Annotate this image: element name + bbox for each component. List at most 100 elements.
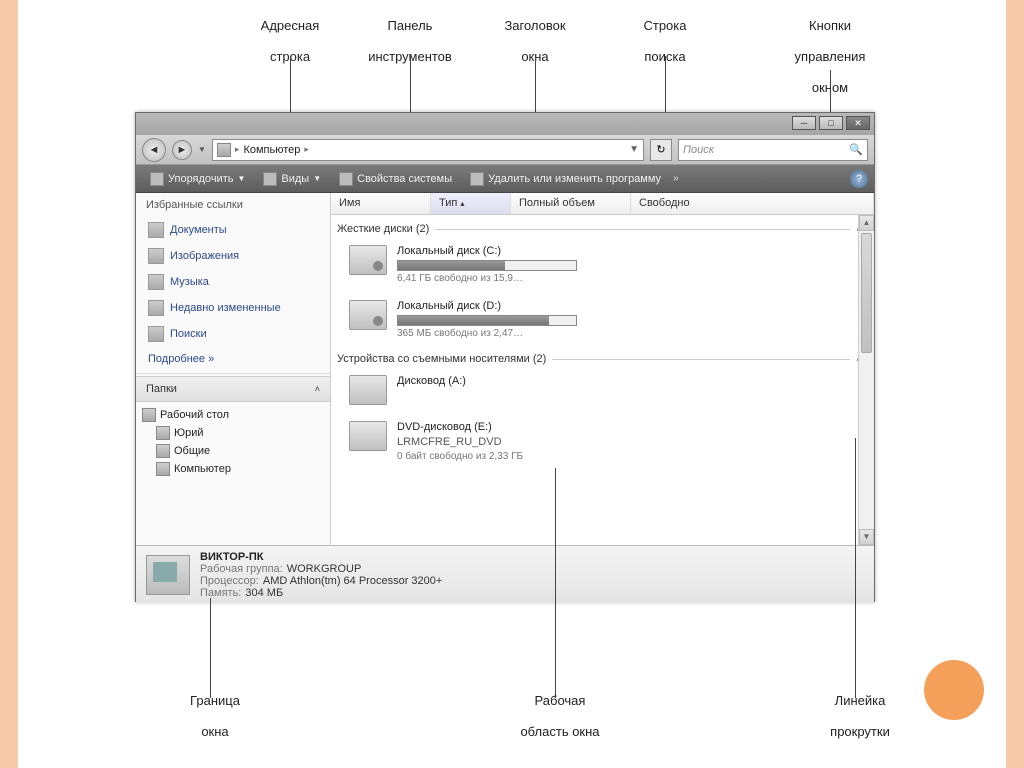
label-workarea: Рабочаяобласть окна (500, 693, 620, 740)
breadcrumb-sep-icon: ▸ (235, 144, 240, 155)
column-type[interactable]: Тип ▴ (431, 193, 511, 214)
titlebar[interactable]: ─ □ ✕ (136, 113, 874, 135)
group-header-hdd[interactable]: Жесткие диски (2)˄ (335, 219, 864, 239)
command-toolbar: Упорядочить▼ Виды▼ Свойства системы Удал… (136, 165, 874, 193)
scroll-thumb[interactable] (861, 233, 872, 353)
scroll-up-button[interactable]: ▲ (859, 215, 874, 231)
drive-name: Локальный диск (D:) (397, 300, 860, 312)
documents-icon (148, 222, 164, 238)
sidebar-item-searches[interactable]: Поиски (136, 321, 330, 347)
column-name[interactable]: Имя (331, 193, 431, 214)
views-button[interactable]: Виды▼ (255, 169, 329, 189)
favorites-header: Избранные ссылки (136, 193, 330, 217)
frame-stripe (18, 0, 26, 768)
drive-freespace: 0 байт свободно из 2,33 ГБ (397, 451, 860, 462)
leader-line (855, 438, 856, 698)
file-list: Жесткие диски (2)˄ Локальный диск (C:) 6… (331, 215, 874, 545)
close-button[interactable]: ✕ (846, 116, 870, 130)
drive-label: LRMCFRE_RU_DVD (397, 436, 860, 448)
folder-tree: Рабочий стол Юрий Общие Компьютер (136, 402, 330, 482)
folders-pane-header[interactable]: Папки˄ (136, 376, 330, 402)
refresh-button[interactable]: ↻ (650, 139, 672, 161)
label-border: Границаокна (170, 693, 260, 740)
sidebar-item-pictures[interactable]: Изображения (136, 243, 330, 269)
label-scrollbar: Линейкапрокрутки (810, 693, 910, 740)
vertical-scrollbar[interactable]: ▲ ▼ (858, 215, 874, 545)
computer-name: ВИКТОР-ПК (200, 551, 263, 563)
help-button[interactable]: ? (850, 170, 868, 188)
address-bar[interactable]: ▸ Компьютер ▸ ▼ (212, 139, 644, 161)
search-input[interactable]: Поиск 🔍 (678, 139, 868, 161)
address-dropdown-icon[interactable]: ▼ (629, 144, 639, 155)
usage-bar (397, 315, 577, 326)
decorative-circle (924, 660, 984, 720)
top-annotations: Адреснаястрока Панельинструментов Заголо… (0, 18, 1024, 108)
frame-stripe (998, 0, 1006, 768)
drive-name: Дисковод (A:) (397, 375, 860, 387)
toolbar-overflow-button[interactable]: » (673, 173, 679, 184)
scroll-down-button[interactable]: ▼ (859, 529, 874, 545)
system-properties-button[interactable]: Свойства системы (331, 169, 460, 189)
usage-fill (398, 316, 549, 325)
tree-item-desktop[interactable]: Рабочий стол (142, 406, 324, 424)
search-placeholder: Поиск (683, 144, 714, 156)
tree-item-public[interactable]: Общие (142, 442, 324, 460)
drive-name: DVD-дисковод (E:) (397, 421, 860, 433)
drive-item-c[interactable]: Локальный диск (C:) 6,41 ГБ свободно из … (335, 239, 864, 294)
divider (552, 359, 850, 360)
back-button[interactable]: ◄ (142, 138, 166, 162)
desktop-icon (142, 408, 156, 422)
hard-drive-icon (349, 245, 387, 275)
bottom-annotations: Границаокна Рабочаяобласть окна Линейкап… (0, 666, 1024, 756)
organize-icon (150, 172, 164, 186)
tree-item-computer[interactable]: Компьютер (142, 460, 324, 478)
organize-button[interactable]: Упорядочить▼ (142, 169, 253, 189)
navigation-pane: Избранные ссылки Документы Изображения М… (136, 193, 331, 545)
window-body: Избранные ссылки Документы Изображения М… (136, 193, 874, 545)
sysprops-icon (339, 172, 353, 186)
tree-item-user[interactable]: Юрий (142, 424, 324, 442)
recent-icon (148, 300, 164, 316)
details-pane: ВИКТОР-ПК Рабочая группа: WORKGROUP Проц… (136, 545, 874, 603)
history-dropdown-icon[interactable]: ▼ (198, 145, 206, 154)
drive-freespace: 6,41 ГБ свободно из 15,9… (397, 273, 860, 284)
computer-icon (217, 143, 231, 157)
computer-icon (156, 462, 170, 476)
content-pane: Имя Тип ▴ Полный объем Свободно Жесткие … (331, 193, 874, 545)
sidebar-more-link[interactable]: Подробнее » (136, 347, 330, 371)
floppy-drive-icon (349, 375, 387, 405)
sidebar-item-documents[interactable]: Документы (136, 217, 330, 243)
pictures-icon (148, 248, 164, 264)
sidebar-item-music[interactable]: Музыка (136, 269, 330, 295)
dvd-drive-icon (349, 421, 387, 451)
memory-value: 304 МБ (245, 587, 283, 599)
drive-item-d[interactable]: Локальный диск (D:) 365 МБ свободно из 2… (335, 294, 864, 349)
drive-item-e[interactable]: DVD-дисковод (E:) LRMCFRE_RU_DVD 0 байт … (335, 415, 864, 472)
sidebar-item-recent[interactable]: Недавно измененные (136, 295, 330, 321)
divider (435, 229, 850, 230)
divider (136, 373, 330, 374)
usage-fill (398, 261, 505, 270)
chevron-up-icon: ˄ (315, 384, 320, 394)
computer-large-icon (146, 555, 190, 595)
nav-bar: ◄ ► ▼ ▸ Компьютер ▸ ▼ ↻ Поиск 🔍 (136, 135, 874, 165)
drive-item-a[interactable]: Дисковод (A:) (335, 369, 864, 415)
breadcrumb-item[interactable]: Компьютер (243, 144, 300, 156)
maximize-button[interactable]: □ (819, 116, 843, 130)
column-total[interactable]: Полный объем (511, 193, 631, 214)
cpu-value: AMD Athlon(tm) 64 Processor 3200+ (263, 575, 442, 587)
forward-button[interactable]: ► (172, 140, 192, 160)
drive-freespace: 365 МБ свободно из 2,47… (397, 328, 860, 339)
hard-drive-icon (349, 300, 387, 330)
search-icon: 🔍 (849, 143, 863, 156)
drive-name: Локальный диск (C:) (397, 245, 860, 257)
group-header-removable[interactable]: Устройства со съемными носителями (2)˄ (335, 349, 864, 369)
leader-line (555, 468, 556, 698)
minimize-button[interactable]: ─ (792, 116, 816, 130)
workgroup-value: WORKGROUP (287, 563, 362, 575)
uninstall-program-button[interactable]: Удалить или изменить программу (462, 169, 669, 189)
explorer-window: ─ □ ✕ ◄ ► ▼ ▸ Компьютер ▸ ▼ ↻ Поиск 🔍 Уп… (135, 112, 875, 602)
public-folder-icon (156, 444, 170, 458)
window-controls: ─ □ ✕ (792, 116, 870, 130)
column-free[interactable]: Свободно (631, 193, 874, 214)
